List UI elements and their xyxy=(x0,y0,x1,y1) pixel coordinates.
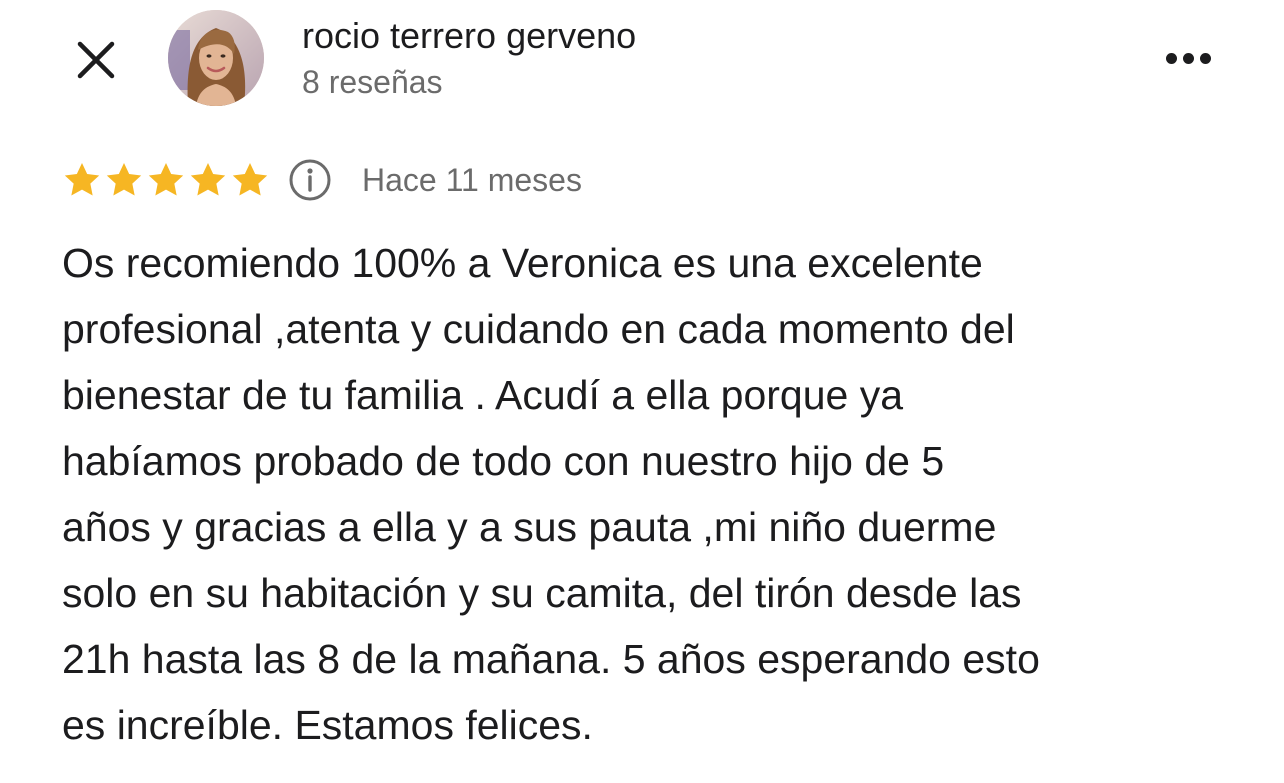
more-dot xyxy=(1182,52,1194,64)
star-icon xyxy=(232,163,268,196)
info-button[interactable] xyxy=(288,158,332,202)
more-horizontal-icon xyxy=(1165,52,1177,64)
more-options-button[interactable] xyxy=(1156,40,1220,76)
avatar-image xyxy=(168,10,264,106)
author-name[interactable]: rocio terrero gerveno xyxy=(302,14,636,58)
more-dot xyxy=(1199,52,1211,64)
review-text-line: profesional ,atenta y cuidando en cada m… xyxy=(62,306,1015,352)
star-rating xyxy=(62,160,270,200)
review-text-line: bienestar de tu familia . Acudí a ella p… xyxy=(62,372,904,418)
review-text-line: Os recomiendo 100% a Veronica es una exc… xyxy=(62,240,983,286)
star-icon xyxy=(148,163,184,196)
review-time: Hace 11 meses xyxy=(362,161,582,198)
review-text-line: habíamos probado de todo con nuestro hij… xyxy=(62,438,945,484)
avatar[interactable] xyxy=(168,10,264,106)
review-text-line: 21h hasta las 8 de la mañana. 5 años esp… xyxy=(62,636,1040,682)
star-icon xyxy=(106,163,142,196)
review-text-line: es increíble. Estamos felices. xyxy=(62,702,593,748)
review-text-line: solo en su habitación y su camita, del t… xyxy=(62,570,1022,616)
star-icon xyxy=(190,163,226,196)
review-count[interactable]: 8 reseñas xyxy=(302,62,443,102)
close-icon xyxy=(77,41,115,79)
close-button[interactable] xyxy=(70,34,122,86)
star-icon xyxy=(64,163,100,196)
review-text-line: años y gracias a ella y a sus pauta ,mi … xyxy=(62,504,997,550)
rating-row: Hace 11 meses xyxy=(62,156,582,204)
info-icon xyxy=(289,159,331,201)
review-text: Os recomiendo 100% a Veronica es una exc… xyxy=(62,230,1232,758)
